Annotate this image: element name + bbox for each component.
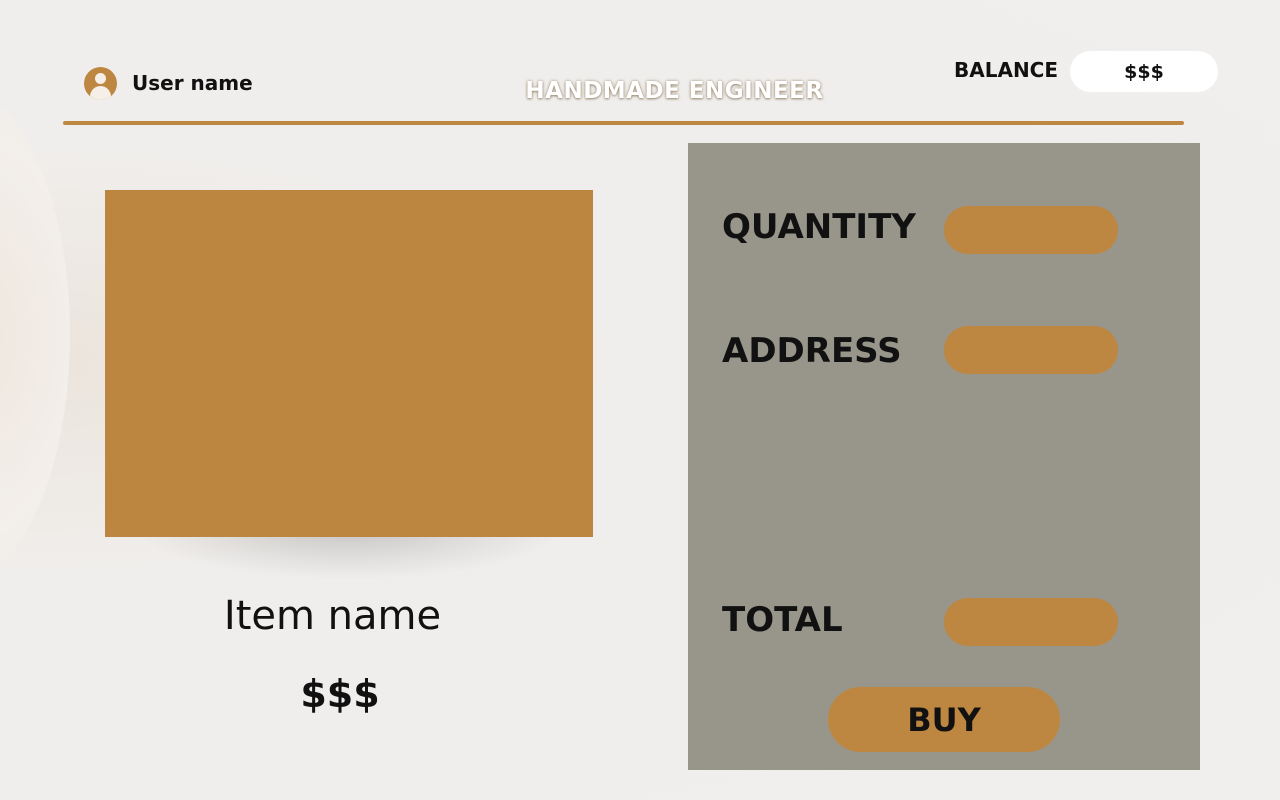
total-label: TOTAL xyxy=(722,600,843,640)
total-field xyxy=(944,598,1118,646)
product-image xyxy=(105,190,593,537)
quantity-label: QUANTITY xyxy=(722,207,916,247)
user-name-label[interactable]: User name xyxy=(132,71,253,95)
brand-title: HANDMADE ENGINEER xyxy=(525,78,824,104)
avatar-head-shape xyxy=(95,73,106,84)
buy-button[interactable]: BUY xyxy=(828,687,1060,752)
header-divider xyxy=(63,121,1184,125)
address-label: ADDRESS xyxy=(722,331,902,371)
balance-value: $$$ xyxy=(1070,51,1218,92)
item-price: $$$ xyxy=(300,672,380,716)
address-input[interactable] xyxy=(944,326,1118,374)
avatar-body-shape xyxy=(90,86,111,100)
quantity-input[interactable] xyxy=(944,206,1118,254)
balance-label: BALANCE xyxy=(954,58,1059,82)
user-avatar-icon[interactable] xyxy=(84,67,117,100)
product-page: User name HANDMADE ENGINEER BALANCE $$$ … xyxy=(0,0,1280,800)
background-decoration xyxy=(0,80,70,590)
order-panel: QUANTITY ADDRESS TOTAL BUY xyxy=(688,143,1200,770)
item-name: Item name xyxy=(223,593,442,639)
